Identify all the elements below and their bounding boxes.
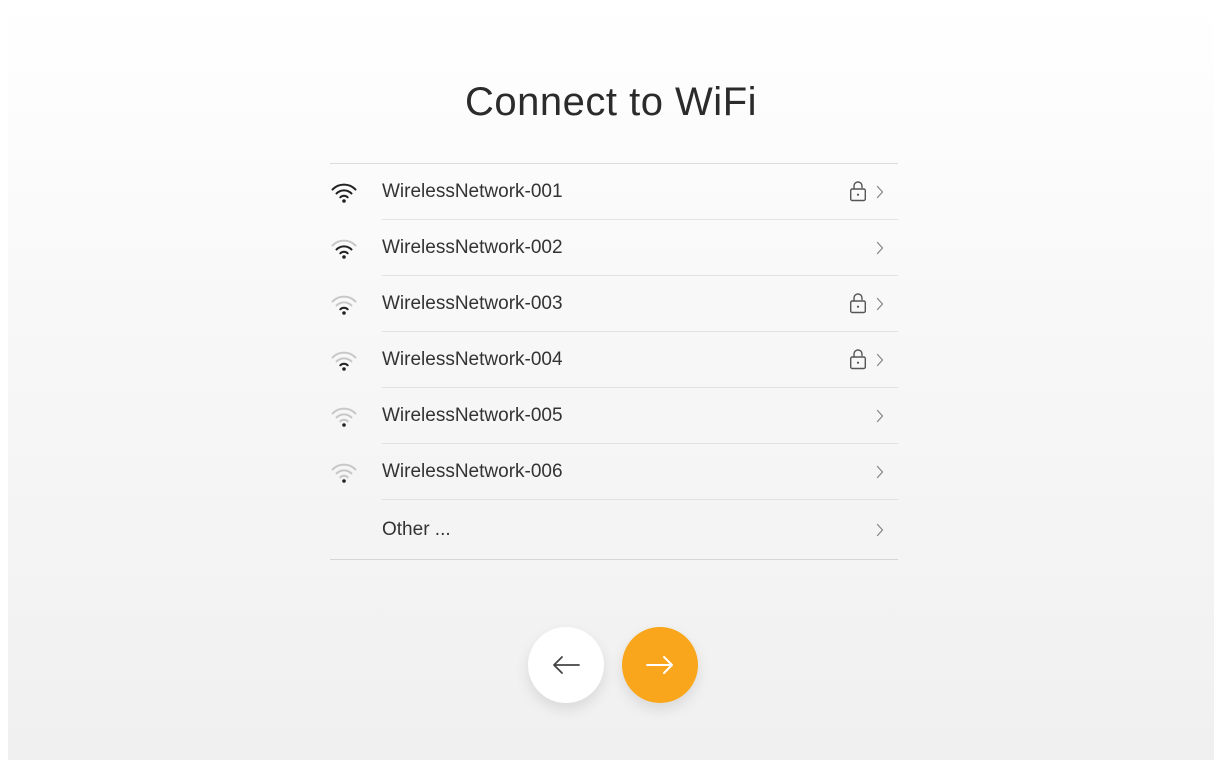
network-item[interactable]: WirelessNetwork-004 bbox=[330, 332, 898, 388]
arrow-right-icon bbox=[646, 656, 673, 674]
lock-icon bbox=[850, 293, 867, 314]
network-item[interactable]: WirelessNetwork-001 bbox=[330, 164, 898, 220]
wifi-weak-icon bbox=[331, 463, 357, 483]
chevron-right-icon bbox=[876, 297, 884, 311]
lock-icon bbox=[850, 181, 867, 202]
page-title: Connect to WiFi bbox=[464, 80, 758, 124]
lock-icon bbox=[850, 349, 867, 370]
network-list: WirelessNetwork-001 WirelessNetwork-002 Wi… bbox=[330, 163, 898, 560]
wifi-low-icon bbox=[331, 295, 357, 315]
network-name: WirelessNetwork-005 bbox=[382, 405, 563, 426]
wifi-full-icon bbox=[331, 183, 357, 203]
network-name: WirelessNetwork-004 bbox=[382, 349, 563, 370]
network-name: WirelessNetwork-003 bbox=[382, 293, 563, 314]
network-item[interactable]: WirelessNetwork-006 bbox=[330, 444, 898, 500]
wifi-low-icon bbox=[331, 351, 357, 371]
network-item[interactable]: WirelessNetwork-002 bbox=[330, 220, 898, 276]
chevron-right-icon bbox=[876, 353, 884, 367]
network-item[interactable]: WirelessNetwork-005 bbox=[330, 388, 898, 444]
other-network-label: Other ... bbox=[382, 519, 451, 540]
chevron-right-icon bbox=[876, 185, 884, 199]
wifi-setup-screen: Connect to WiFi WirelessNetwork-001 Wirel… bbox=[8, 0, 1214, 760]
back-button[interactable] bbox=[528, 627, 604, 703]
network-name: WirelessNetwork-006 bbox=[382, 461, 563, 482]
chevron-right-icon bbox=[876, 409, 884, 423]
chevron-right-icon bbox=[876, 241, 884, 255]
network-name: WirelessNetwork-001 bbox=[382, 181, 563, 202]
arrow-left-icon bbox=[553, 656, 580, 674]
network-item[interactable]: WirelessNetwork-003 bbox=[330, 276, 898, 332]
wifi-weak-icon bbox=[331, 407, 357, 427]
network-name: WirelessNetwork-002 bbox=[382, 237, 563, 258]
wifi-medium-icon bbox=[331, 239, 357, 259]
chevron-right-icon bbox=[876, 465, 884, 479]
other-network-item[interactable]: Other ... bbox=[330, 500, 898, 560]
chevron-right-icon bbox=[876, 523, 884, 537]
next-button[interactable] bbox=[622, 627, 698, 703]
